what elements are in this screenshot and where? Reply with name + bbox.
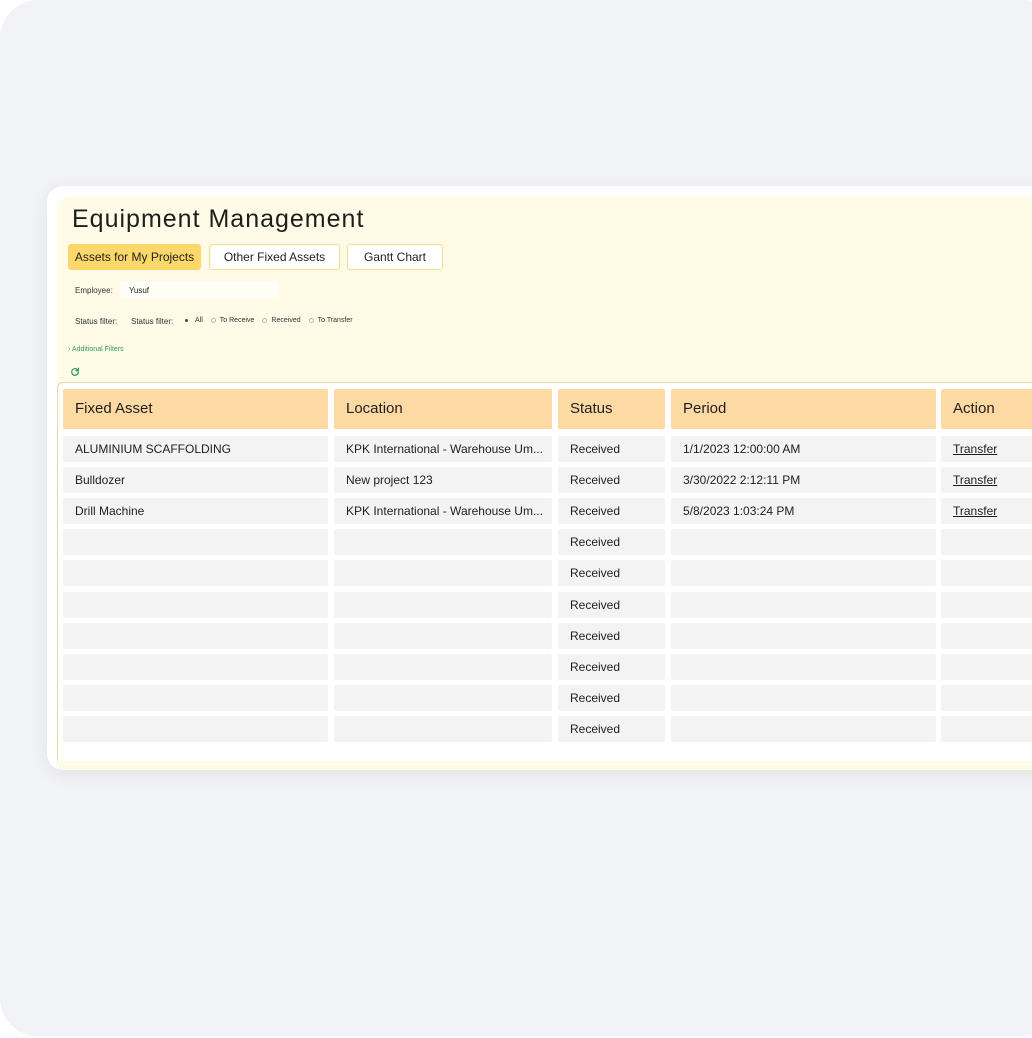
cell-action: Transfer [941,498,1032,524]
cell-status: Received [558,436,665,462]
cell-period [671,592,936,618]
cell-period [671,623,936,649]
cell-location: KPK International - Warehouse Um... [334,436,552,462]
cell-status: Received [558,467,665,493]
status-filter-inner-label: Status filter: [131,317,174,326]
additional-filters-label: Additional Filters [71,346,124,353]
cell-fixed-asset [63,560,328,586]
transfer-link[interactable]: Transfer [953,473,997,487]
cell-fixed-asset: ALUMINIUM SCAFFOLDING [63,436,328,462]
cell-action: Transfer [941,436,1032,462]
employee-label: Employee: [75,286,113,295]
cell-action [941,716,1032,742]
chevron-right-icon: › [68,346,71,353]
cell-period [671,654,936,680]
cell-period [671,529,936,555]
cell-location [334,529,552,555]
cell-fixed-asset: Bulldozer [63,467,328,493]
radio-label: Received [271,317,301,324]
cell-status: Received [558,654,665,680]
cell-location [334,716,552,742]
cell-period: 3/30/2022 2:12:11 PM [671,467,936,493]
tab-assets-for-my-projects[interactable]: Assets for My Projects [68,244,201,270]
cell-action [941,654,1032,680]
status-radio-group: All To Receive Received To Transfer [185,314,361,327]
tab-gantt-chart[interactable]: Gantt Chart [347,244,443,270]
page-title: Equipment Management [72,205,365,233]
cell-location: KPK International - Warehouse Um... [334,498,552,524]
cell-location [334,592,552,618]
column-header-action[interactable]: Action [941,389,1032,429]
transfer-link[interactable]: Transfer [953,504,997,518]
cell-fixed-asset [63,623,328,649]
cell-status: Received [558,716,665,742]
assets-table: Fixed Asset Location Status Period Action ALU… [57,382,1032,761]
cell-location [334,685,552,711]
cell-action: Transfer [941,467,1032,493]
cell-fixed-asset [63,716,328,742]
cell-fixed-asset [63,654,328,680]
status-radio-to-receive[interactable]: To Receive [210,317,255,324]
status-radio-received[interactable]: Received [262,317,301,324]
refresh-icon[interactable] [70,367,80,377]
column-header-location[interactable]: Location [334,389,552,429]
employee-field[interactable] [120,281,279,299]
cell-location: New project 123 [334,467,552,493]
cell-period: 5/8/2023 1:03:24 PM [671,498,936,524]
cell-status: Received [558,592,665,618]
additional-filters-toggle[interactable]: › Additional Filters [68,346,124,353]
column-header-period[interactable]: Period [671,389,936,429]
transfer-link[interactable]: Transfer [953,442,997,456]
cell-period [671,685,936,711]
cell-action [941,560,1032,586]
cell-status: Received [558,685,665,711]
cell-status: Received [558,498,665,524]
app-window: Equipment Management Assets for My Proje… [47,186,1032,770]
cell-status: Received [558,560,665,586]
cell-fixed-asset [63,592,328,618]
cell-location [334,654,552,680]
status-radio-all[interactable]: All [185,317,203,324]
tab-other-fixed-assets[interactable]: Other Fixed Assets [209,244,340,270]
cell-action [941,592,1032,618]
column-header-status[interactable]: Status [558,389,665,429]
cell-status: Received [558,623,665,649]
cell-fixed-asset [63,529,328,555]
radio-label: To Transfer [317,317,353,324]
cell-period [671,560,936,586]
radio-icon [262,318,268,323]
status-filter-label: Status filter: [75,317,118,326]
cell-action [941,529,1032,555]
radio-label: To Receive [219,317,255,324]
cell-fixed-asset: Drill Machine [63,498,328,524]
column-header-fixed-asset[interactable]: Fixed Asset [63,389,328,429]
cell-period [671,716,936,742]
cell-fixed-asset [63,685,328,711]
status-radio-to-transfer[interactable]: To Transfer [308,317,353,324]
radio-selected-icon [185,319,188,322]
cell-period: 1/1/2023 12:00:00 AM [671,436,936,462]
cell-action [941,685,1032,711]
radio-icon [308,318,314,323]
cell-location [334,560,552,586]
radio-icon [210,318,216,323]
cell-action [941,623,1032,649]
radio-label: All [195,317,203,324]
cell-location [334,623,552,649]
cell-status: Received [558,529,665,555]
